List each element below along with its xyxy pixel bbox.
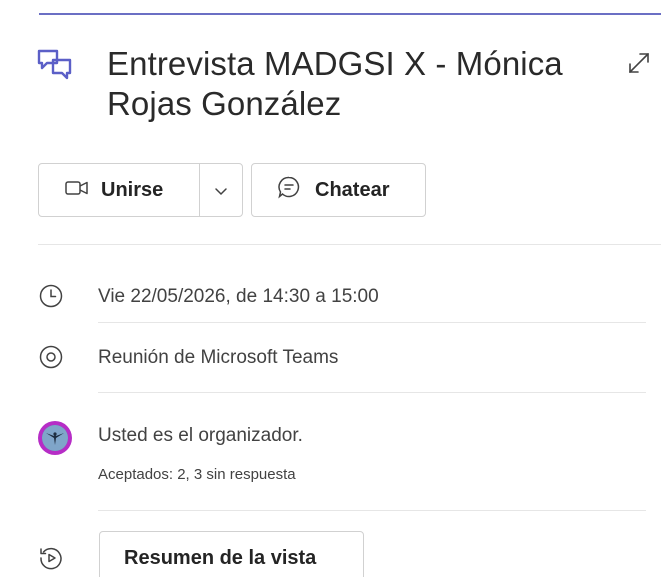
- chat-bubble-icon: [277, 175, 315, 205]
- datetime-row: Vie 22/05/2026, de 14:30 a 15:00: [38, 283, 646, 313]
- organizer-row: Usted es el organizador. Aceptados: 2, 3…: [38, 422, 646, 492]
- join-label: Unirse: [101, 178, 164, 201]
- location-row: Reunión de Microsoft Teams: [38, 344, 646, 374]
- expand-icon[interactable]: [624, 48, 654, 78]
- chat-label: Chatear: [315, 178, 390, 201]
- event-header: Entrevista MADGSI X - Mónica Rojas Gonzá…: [36, 44, 661, 134]
- title-line-2: Rojas González: [107, 85, 342, 122]
- top-accent-rule: [39, 13, 661, 15]
- chat-button[interactable]: Chatear: [251, 163, 426, 217]
- page-title: Entrevista MADGSI X - Mónica Rojas Gonzá…: [107, 44, 627, 124]
- row-divider: [98, 322, 646, 323]
- organizer-text: Usted es el organizador.: [98, 425, 303, 446]
- section-divider: [38, 244, 661, 245]
- chevron-down-icon: [214, 179, 228, 202]
- view-summary-button[interactable]: Resumen de la vista: [99, 531, 364, 577]
- datetime-text: Vie 22/05/2026, de 14:30 a 15:00: [98, 286, 379, 307]
- join-options-dropdown[interactable]: [199, 163, 243, 217]
- row-divider: [98, 510, 646, 511]
- location-pin-icon: [38, 344, 64, 370]
- video-camera-icon: [65, 179, 101, 202]
- row-divider: [98, 392, 646, 393]
- responses-text[interactable]: Aceptados: 2, 3 sin respuesta: [98, 466, 296, 483]
- clock-icon: [38, 283, 64, 309]
- replay-icon: [38, 545, 64, 571]
- title-line-1: Entrevista MADGSI X - Mónica: [107, 45, 563, 82]
- location-text: Reunión de Microsoft Teams: [98, 347, 339, 368]
- chat-bubbles-icon: [36, 48, 74, 80]
- join-button[interactable]: Unirse: [38, 163, 200, 217]
- summary-label: Resumen de la vista: [124, 546, 317, 569]
